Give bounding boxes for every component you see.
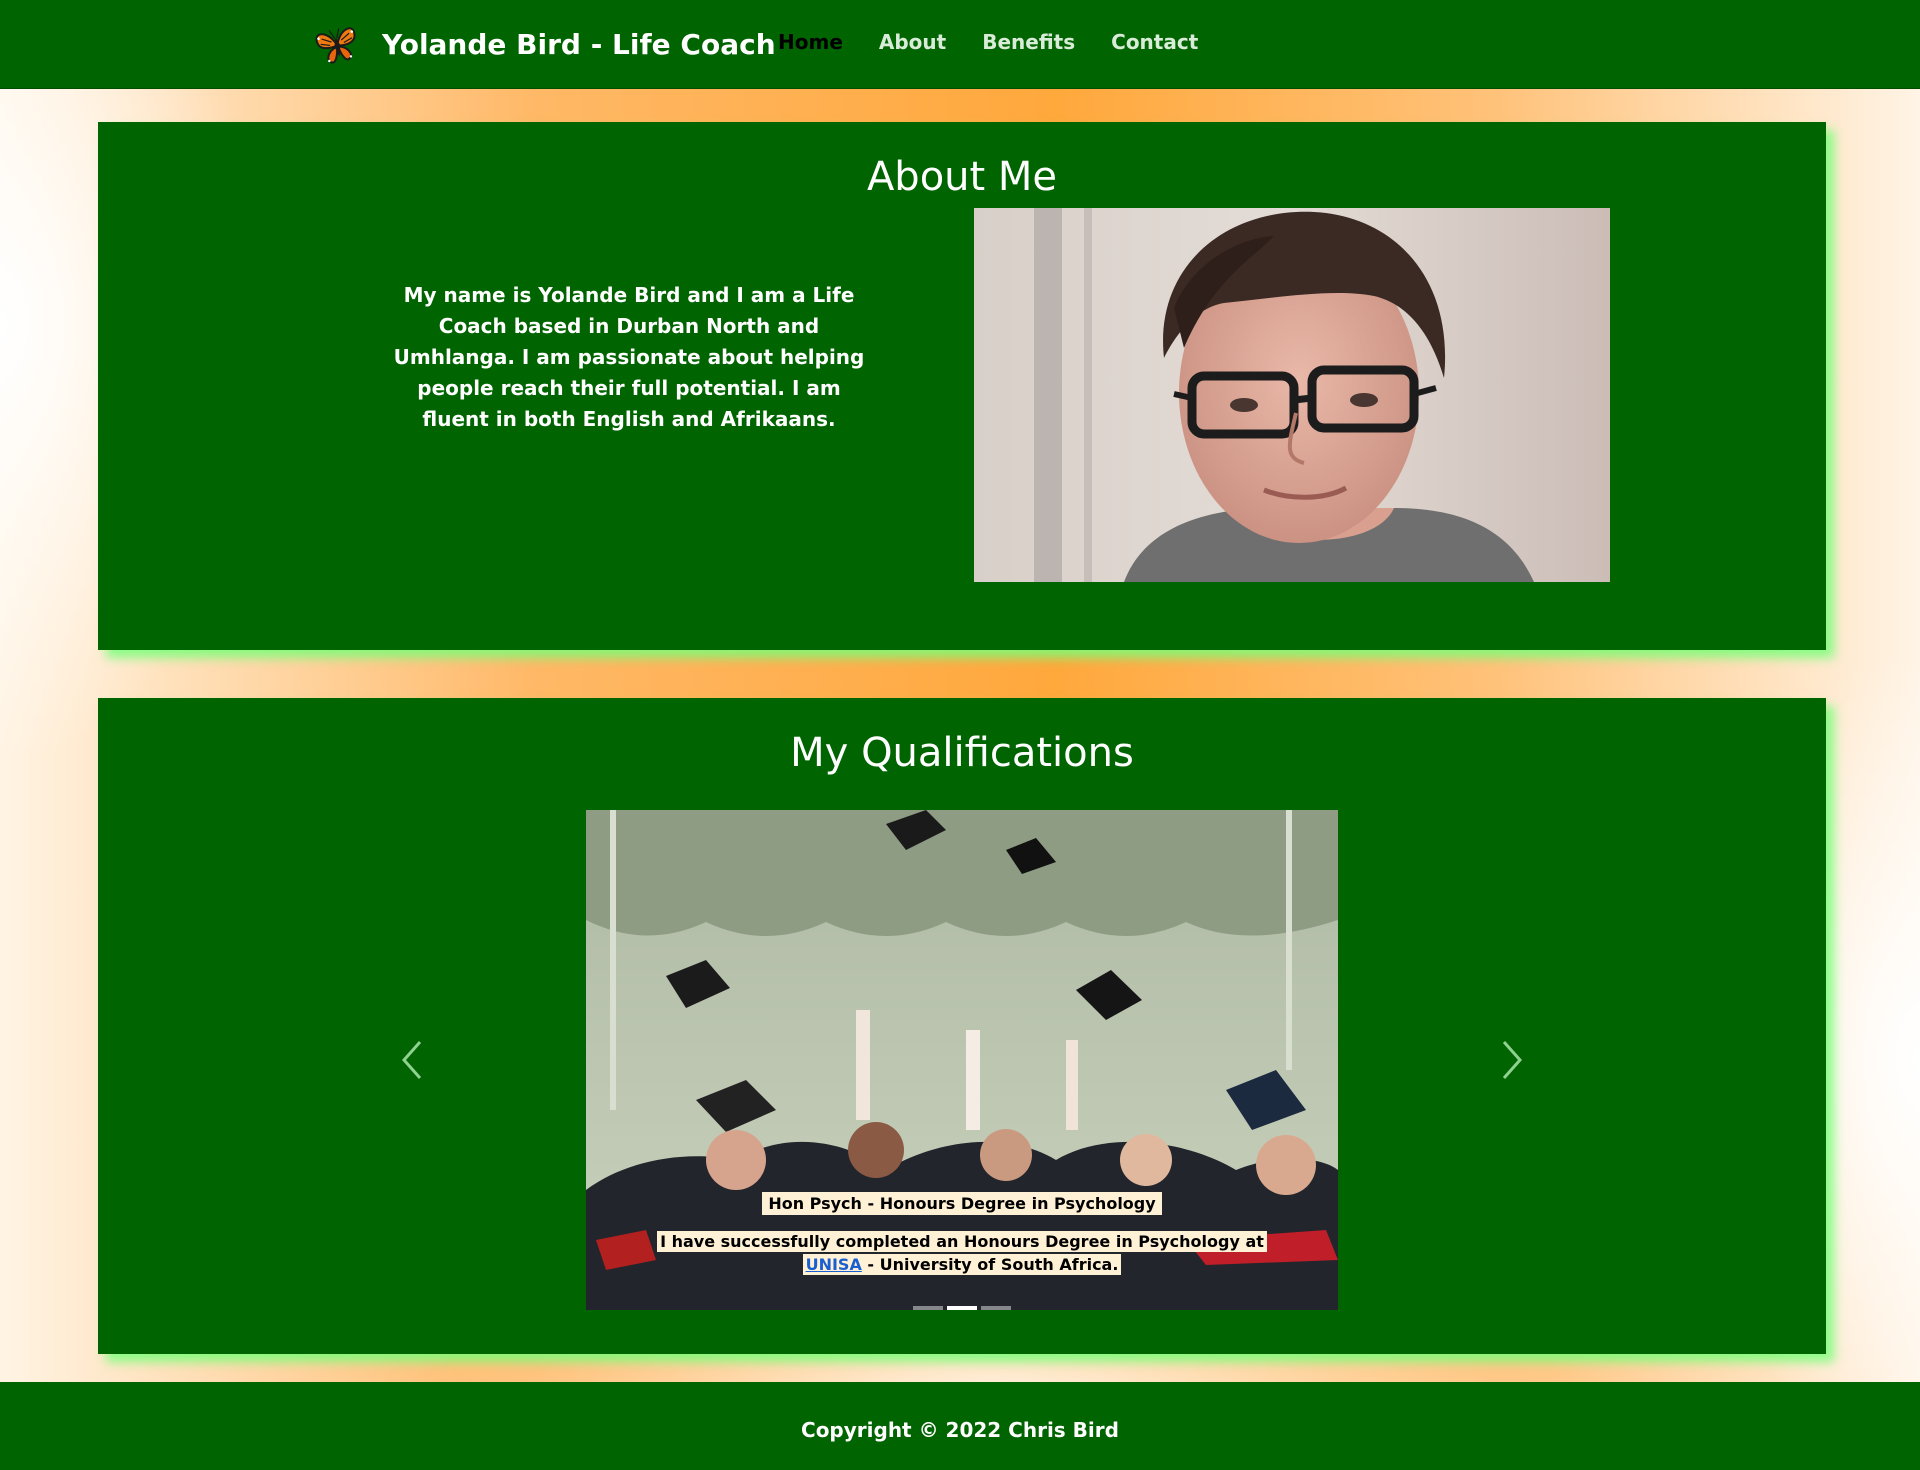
slide-description: I have successfully completed an Honours… [586,1230,1338,1276]
main-nav: Home About Benefits Contact [778,30,1234,54]
carousel-next-button[interactable] [1494,1038,1530,1082]
nav-link-about[interactable]: About [879,30,946,54]
carousel-indicator-2[interactable] [947,1306,977,1310]
qualifications-section: My Qualifications Hon Psych - Honours De… [98,698,1826,1354]
butterfly-icon [315,27,356,64]
qualifications-heading: My Qualifications [790,730,1134,776]
carousel-indicators [586,1304,1338,1310]
nav-link-contact[interactable]: Contact [1111,30,1198,54]
copyright-text: Copyright © 2022 Chris Bird [801,1418,1119,1442]
about-text: My name is Yolande Bird and I am a Life … [393,283,865,431]
chevron-left-icon [401,1041,422,1079]
carousel-indicator-3[interactable] [981,1306,1011,1310]
navbar: Yolande Bird - Life Coach Home About Ben… [0,0,1920,89]
qualifications-carousel: Hon Psych - Honours Degree in Psychology… [586,810,1338,1310]
nav-link-benefits[interactable]: Benefits [982,30,1075,54]
footer: Copyright © 2022 Chris Bird [0,1382,1920,1470]
about-section: About Me My name is Yolande Bird and I a… [98,122,1826,650]
unisa-link[interactable]: UNISA [806,1255,862,1274]
carousel-indicator-1[interactable] [913,1306,943,1310]
carousel-prev-button[interactable] [394,1038,430,1082]
nav-link-home[interactable]: Home [778,30,843,54]
about-heading: About Me [866,154,1058,200]
chevron-right-icon [1502,1041,1523,1079]
slide-title: Hon Psych - Honours Degree in Psychology [586,1192,1338,1215]
brand-title: Yolande Bird - Life Coach [382,27,776,61]
brand[interactable]: Yolande Bird - Life Coach [312,18,776,70]
profile-photo [974,208,1610,582]
